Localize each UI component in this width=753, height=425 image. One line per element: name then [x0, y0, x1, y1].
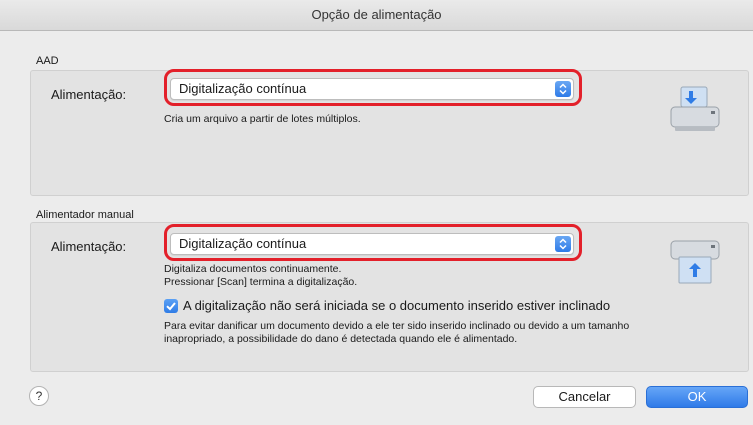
aad-feed-select-value: Digitalização contínua: [179, 81, 307, 96]
manual-feed-label: Alimentação:: [51, 239, 127, 254]
manual-section-label: Alimentador manual: [36, 209, 134, 221]
aad-description: Cria um arquivo a partir de lotes múltip…: [164, 113, 361, 125]
manual-feed-select-value: Digitalização contínua: [179, 236, 307, 251]
manual-feed-select[interactable]: Digitalização contínua: [170, 233, 574, 255]
manual-description-2: Pressionar [Scan] termina a digitalizaçã…: [164, 276, 358, 288]
aad-feed-label: Alimentação:: [51, 87, 127, 102]
chevron-updown-icon: [555, 236, 571, 252]
manual-group: Alimentação: Digitalização contínua Digi…: [30, 222, 749, 372]
aad-section-label: AAD: [36, 55, 59, 67]
chevron-updown-icon: [555, 81, 571, 97]
skew-note-1: Para evitar danificar um documento devid…: [164, 320, 630, 332]
manual-description-1: Digitaliza documentos continuamente.: [164, 263, 342, 275]
ok-button[interactable]: OK: [646, 386, 748, 408]
skew-note-2: inapropriado, a possibilidade do dano é …: [164, 333, 518, 345]
aad-group: Alimentação: Digitalização contínua Cria…: [30, 69, 749, 196]
manual-highlight: Digitalização contínua: [164, 224, 582, 261]
skew-check-label[interactable]: A digitalização não será iniciada se o d…: [183, 298, 610, 313]
aad-feed-select[interactable]: Digitalização contínua: [170, 78, 574, 100]
skew-check-checkbox[interactable]: [164, 299, 178, 313]
scanner-manual-feed-icon: [667, 237, 723, 287]
checkmark-icon: [166, 302, 176, 311]
window-title: Opção de alimentação: [0, 0, 753, 31]
help-button[interactable]: ?: [29, 386, 49, 406]
aad-highlight: Digitalização contínua: [164, 69, 582, 106]
scanner-adf-icon: [667, 85, 723, 133]
cancel-button[interactable]: Cancelar: [533, 386, 636, 408]
